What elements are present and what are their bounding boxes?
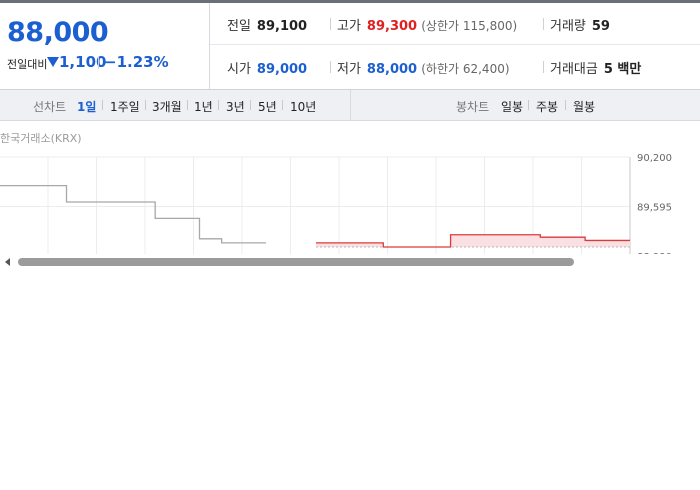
price-box: 88,000 전일대비 1,100 −1.23% <box>0 3 210 89</box>
data-source: 한국거래소(KRX) <box>0 132 82 145</box>
range-tab-10y[interactable]: 10년 <box>290 98 316 115</box>
rise-area <box>495 234 518 247</box>
tab-divider <box>145 100 146 110</box>
tab-divider <box>102 100 103 110</box>
rise-area <box>562 237 586 247</box>
y-tick-label: 89,595 <box>637 203 672 214</box>
down-arrow-icon <box>47 57 59 67</box>
stat-open: 시가 89,000 <box>227 58 307 77</box>
chart-toolbar: 선차트 1일 1주일 3개월 1년 3년 5년 10년 봉차트 일봉 주봉 월봉 <box>0 90 700 121</box>
price-chart: 90,20089,59588,990 <box>0 150 700 254</box>
stat-volume: 거래량 59 <box>550 15 610 34</box>
stat-prev-close: 전일 89,100 <box>227 15 307 34</box>
high-value: 89,300 <box>366 19 418 34</box>
stat-divider <box>330 18 331 30</box>
change-percent: −1.23% <box>104 53 169 71</box>
stat-divider <box>543 61 544 73</box>
y-tick-label: 90,200 <box>637 153 672 164</box>
stat-high: 고가 89,300 (상한가 115,800) <box>337 15 517 34</box>
rise-area <box>607 240 630 247</box>
prev-close-label: 전일 <box>227 19 251 34</box>
change-label: 전일대비 <box>7 58 48 71</box>
low-value: 88,000 <box>366 62 418 77</box>
tab-divider <box>250 100 251 110</box>
stat-divider <box>330 61 331 73</box>
range-tab-1d[interactable]: 1일 <box>77 98 96 115</box>
tab-divider <box>528 100 529 110</box>
upper-limit: (상한가 115,800) <box>421 19 518 33</box>
prev-close-value: 89,100 <box>256 19 308 34</box>
tab-divider <box>187 100 188 110</box>
range-tab-3y[interactable]: 3년 <box>226 98 245 115</box>
range-tab-5y[interactable]: 5년 <box>258 98 277 115</box>
scrollbar-thumb[interactable] <box>18 258 574 266</box>
stat-divider <box>543 18 544 30</box>
tab-divider <box>218 100 219 110</box>
rise-area <box>450 234 473 247</box>
candle-tab-monthly[interactable]: 월봉 <box>573 98 595 115</box>
change-amount: 1,100 <box>59 53 107 71</box>
change-divider <box>98 57 99 69</box>
scroll-left-icon[interactable] <box>5 258 10 266</box>
stats-panel: 전일 89,100 고가 89,300 (상한가 115,800) 거래량 59 시가… <box>210 3 700 89</box>
stat-amount: 거래대금 5 백만 <box>550 58 641 77</box>
low-label: 저가 <box>337 62 361 77</box>
volume-value: 59 <box>591 19 610 34</box>
line-chart-label: 선차트 <box>33 100 67 114</box>
candle-chart-label: 봉차트 <box>456 100 490 114</box>
quote-header: 88,000 전일대비 1,100 −1.23% 전일 89,100 고가 89,3… <box>0 3 700 90</box>
candle-tab-daily[interactable]: 일봉 <box>501 98 523 115</box>
price-line-morning <box>0 184 266 244</box>
tab-divider <box>565 100 566 110</box>
amount-value: 5 백만 <box>603 62 642 77</box>
range-tab-1w[interactable]: 1주일 <box>110 98 140 115</box>
stat-low: 저가 88,000 (하한가 62,400) <box>337 58 510 77</box>
tab-divider <box>282 100 283 110</box>
rise-area <box>517 234 541 247</box>
price-chart-svg: 90,20089,59588,990 <box>0 153 672 254</box>
rise-area <box>473 234 496 247</box>
open-value: 89,000 <box>256 62 308 77</box>
rise-area <box>585 240 608 247</box>
rise-area <box>540 237 563 247</box>
candle-tab-weekly[interactable]: 주봉 <box>536 98 558 115</box>
chart-scrollbar[interactable] <box>0 254 700 270</box>
toolbar-divider <box>350 90 351 120</box>
amount-label: 거래대금 <box>550 62 598 77</box>
range-tab-1y[interactable]: 1년 <box>194 98 213 115</box>
current-price: 88,000 <box>7 17 109 48</box>
open-label: 시가 <box>227 62 251 77</box>
volume-label: 거래량 <box>550 19 586 34</box>
range-tab-3m[interactable]: 3개월 <box>152 98 182 115</box>
lower-limit: (하한가 62,400) <box>421 62 510 76</box>
high-label: 고가 <box>337 19 361 34</box>
